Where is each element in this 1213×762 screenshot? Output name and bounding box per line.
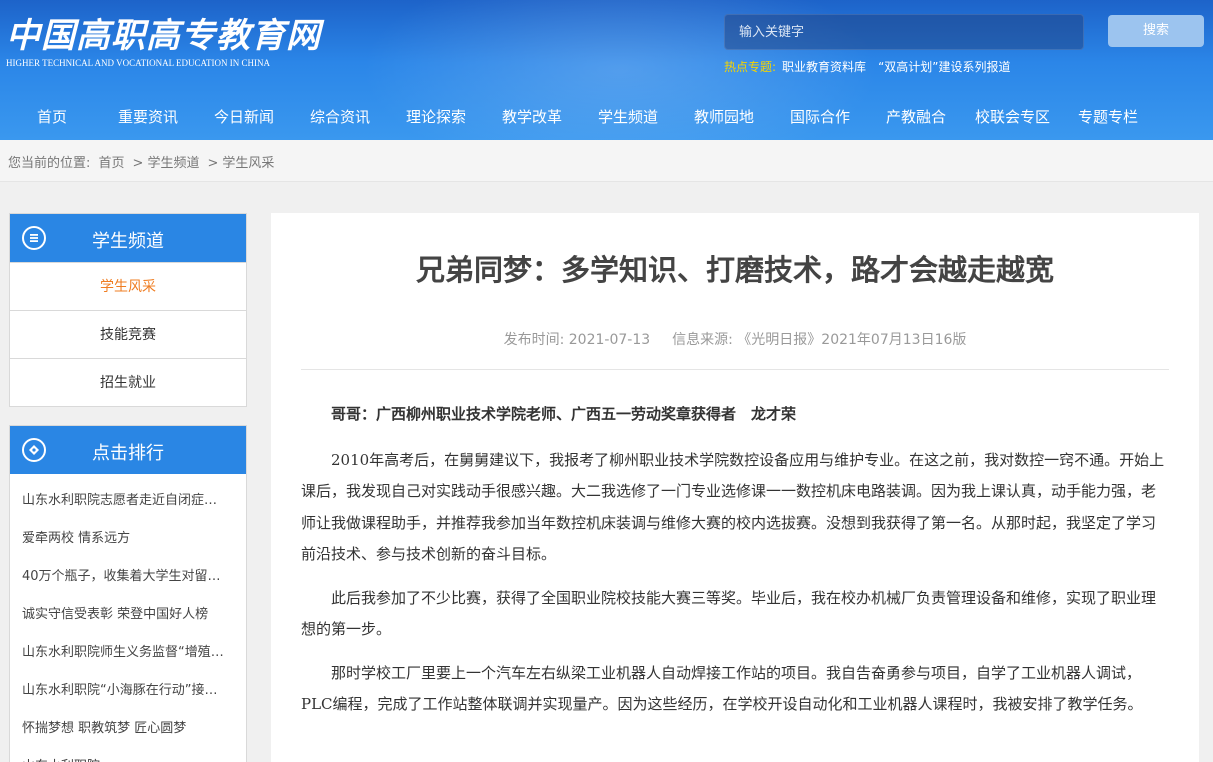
rank-sidebar: 点击排行 山东水利职院志愿者走近自闭症… 爱牵两校 情系远方 40万个瓶子，收集… [9,425,247,762]
breadcrumb-separator: > [207,156,219,171]
site-logo[interactable]: 中国高职高专教育网 HIGHER TECHNICAL AND VOCATIONA… [6,14,321,68]
nav-international[interactable]: 国际合作 [790,106,850,127]
search-button[interactable]: 搜索 [1108,15,1204,47]
search-box [724,14,1084,50]
rank-icon [22,438,46,462]
rank-item[interactable]: 山东水利职院志愿者走近自闭症… [10,482,246,520]
hot-topics: 热点专题: 职业教育资料库 “双高计划”建设系列报道 [724,58,1011,75]
rank-item[interactable]: 40万个瓶子，收集着大学生对留… [10,558,246,596]
logo-chinese: 中国高职高专教育网 [6,16,321,56]
rank-sidebar-header: 点击排行 [10,426,246,474]
article-title: 兄弟同梦：多学知识、打磨技术，路才会越走越宽 [415,253,1054,287]
rank-item[interactable]: 怀揣梦想 职教筑梦 匠心圆梦 [10,710,246,748]
channel-sidebar-title: 学生频道 [92,231,164,252]
article-paragraph: 此后我参加了不少比赛，获得了全国职业院校技能大赛三等奖。毕业后，我在校办机械厂负… [301,588,1157,639]
search-input[interactable] [725,15,1083,49]
rank-item[interactable]: 爱牵两校 情系远方 [10,520,246,558]
hot-topics-label: 热点专题: [724,60,777,74]
nav-teaching-reform[interactable]: 教学改革 [502,106,562,127]
rank-sidebar-title: 点击排行 [92,443,164,464]
nav-special-topics[interactable]: 专题专栏 [1078,106,1138,127]
breadcrumb-student-channel[interactable]: 学生频道 [147,156,199,171]
article-paragraph: 那时学校工厂里要上一个汽车左右纵梁工业机器人自动焊接工作站的项目。我自告奋勇参与… [301,663,1143,714]
nav-home[interactable]: 首页 [37,106,67,127]
breadcrumb-home[interactable]: 首页 [99,156,125,171]
logo-english: HIGHER TECHNICAL AND VOCATIONAL EDUCATIO… [6,58,270,68]
breadcrumb: 您当前的位置: 首页 > 学生频道 > 学生风采 [8,152,278,171]
article-body: 哥哥：广西柳州职业技术学院老师、广西五一劳动奖章获得者 龙才荣 2010年高考后… [301,399,1169,733]
nav-today-news[interactable]: 今日新闻 [214,106,274,127]
site-header: 中国高职高专教育网 HIGHER TECHNICAL AND VOCATIONA… [0,0,1213,140]
article-divider [301,369,1169,370]
article-paragraph: 2010年高考后，在舅舅建议下，我报考了柳州职业技术学院数控设备应用与维护专业。… [301,450,1165,564]
nav-industry-education[interactable]: 产教融合 [886,106,946,127]
rank-item[interactable]: 山东水利职院“小海豚在行动”接… [10,672,246,710]
rank-item[interactable]: 山东水利职院师生义务监督“增殖… [10,634,246,672]
rank-list: 山东水利职院志愿者走近自闭症… 爱牵两校 情系远方 40万个瓶子，收集着大学生对… [10,474,246,762]
article-panel: 兄弟同梦：多学知识、打磨技术，路才会越走越宽 发布时间: 2021-07-13 信… [271,213,1199,762]
sidebar-item-student-style[interactable]: 学生风采 [10,262,246,310]
nav-school-union[interactable]: 校联会专区 [975,106,1050,127]
article-date: 发布时间: 2021-07-13 [503,332,651,348]
breadcrumb-prefix: 您当前的位置: [8,156,91,171]
breadcrumb-student-style[interactable]: 学生风采 [222,156,274,171]
article-meta: 发布时间: 2021-07-13 信息来源: 《光明日报》2021年07月13日1… [271,329,1199,349]
channel-sidebar: 学生频道 学生风采 技能竞赛 招生就业 [9,213,247,407]
article-lead: 哥哥：广西柳州职业技术学院老师、广西五一劳动奖章获得者 龙才荣 [331,405,797,423]
article-source: 信息来源: 《光明日报》2021年07月13日16版 [672,332,967,348]
breadcrumb-separator: > [132,156,144,171]
main-nav: 首页 重要资讯 今日新闻 综合资讯 理论探索 教学改革 学生频道 教师园地 国际… [0,96,1213,136]
nav-theory[interactable]: 理论探索 [406,106,466,127]
nav-general-news[interactable]: 综合资讯 [310,106,370,127]
list-icon [22,226,46,250]
nav-student-channel[interactable]: 学生频道 [598,106,658,127]
channel-sidebar-header: 学生频道 [10,214,246,262]
rank-item[interactable]: 诚实守信受表彰 荣登中国好人榜 [10,596,246,634]
sidebar-item-skill-competition[interactable]: 技能竞赛 [10,310,246,358]
rank-item[interactable]: 山东水利职院 [10,748,246,762]
sidebar-item-enrollment[interactable]: 招生就业 [10,358,246,406]
hot-link-resources[interactable]: 职业教育资料库 [782,60,866,74]
nav-important-news[interactable]: 重要资讯 [118,106,178,127]
nav-teacher-garden[interactable]: 教师园地 [694,106,754,127]
hot-link-double-high[interactable]: “双高计划”建设系列报道 [878,60,1010,74]
